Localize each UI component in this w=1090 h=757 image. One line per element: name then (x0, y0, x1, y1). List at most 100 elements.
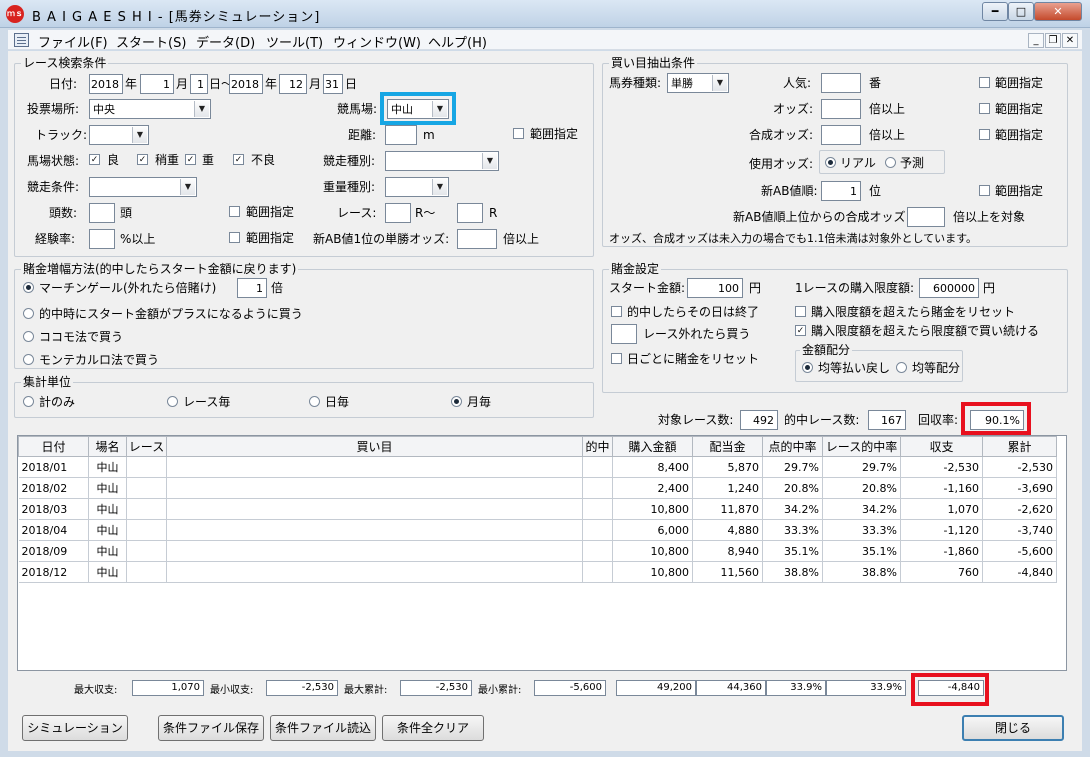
mdi-close-icon[interactable]: ✕ (1062, 33, 1078, 48)
weight-type-select[interactable]: ▼ (385, 177, 449, 197)
ab-combined-input[interactable] (907, 207, 945, 227)
table-row[interactable]: 2018/01 中山 8,400 5,870 29.7% 29.7% -2,53… (18, 456, 1057, 478)
head-count-input[interactable] (89, 203, 115, 223)
race-cond-select[interactable]: ▼ (89, 177, 197, 197)
column-header[interactable]: 日付 (18, 436, 89, 457)
limit-input[interactable]: 600000 (919, 278, 979, 298)
alloc-equal-payout-radio[interactable] (802, 362, 813, 373)
results-table[interactable]: 日付 場名 レース 買い目 的中 購入金額 配当金 点的中率 レース的中率 収支… (17, 435, 1067, 671)
montecarlo-radio[interactable] (23, 354, 34, 365)
cell-race-hit-rate: 20.8% (822, 477, 901, 499)
alloc-equal-bet-radio[interactable] (896, 362, 907, 373)
cond-slightly-heavy-checkbox[interactable]: ✓ (137, 154, 148, 165)
group-title: レース検索条件 (21, 56, 109, 70)
martingale-radio[interactable] (23, 282, 34, 293)
cell-cumulative: -5,600 (982, 540, 1057, 562)
cond-good-checkbox[interactable]: ✓ (89, 154, 100, 165)
ab-rank-input[interactable]: 1 (821, 181, 861, 201)
cell-venue: 中山 (88, 477, 127, 499)
race-type-select[interactable]: ▼ (385, 151, 499, 171)
cell-point-hit-rate: 38.8% (762, 561, 823, 583)
ab-win-odds-input[interactable] (457, 229, 497, 249)
menu-file[interactable]: ファイル(F) (38, 32, 108, 51)
from-year-input[interactable]: 2018 (89, 74, 123, 94)
cocomo-radio[interactable] (23, 331, 34, 342)
column-header[interactable]: レース (126, 436, 167, 457)
ab-rank-range-checkbox[interactable] (979, 185, 990, 196)
column-header[interactable]: 累計 (982, 436, 1057, 457)
column-header[interactable]: 買い目 (166, 436, 583, 457)
distance-range-checkbox[interactable] (513, 128, 524, 139)
column-header[interactable]: 配当金 (692, 436, 763, 457)
combined-odds-range-checkbox[interactable] (979, 129, 990, 140)
table-row[interactable]: 2018/03 中山 10,800 11,870 34.2% 34.2% 1,0… (18, 498, 1057, 520)
cond-bad-checkbox[interactable]: ✓ (233, 154, 244, 165)
plus-when-hit-radio[interactable] (23, 308, 34, 319)
load-conditions-button[interactable]: 条件ファイル読込 (270, 715, 376, 741)
table-row[interactable]: 2018/09 中山 10,800 8,940 35.1% 35.1% -1,8… (18, 540, 1057, 562)
cond-heavy-checkbox[interactable]: ✓ (185, 154, 196, 165)
column-header[interactable]: 購入金額 (612, 436, 693, 457)
to-day-input[interactable]: 31 (323, 74, 343, 94)
close-button[interactable]: 閉じる (962, 715, 1064, 741)
cell-balance: -1,160 (900, 477, 983, 499)
table-row[interactable]: 2018/12 中山 10,800 11,560 38.8% 38.8% 760… (18, 561, 1057, 583)
from-month-input[interactable]: 1 (140, 74, 174, 94)
to-month-input[interactable]: 12 (279, 74, 307, 94)
menu-start[interactable]: スタート(S) (116, 32, 186, 51)
missed-count-input[interactable] (611, 324, 637, 344)
experience-input[interactable] (89, 229, 115, 249)
reset-over-limit-checkbox[interactable] (795, 306, 806, 317)
mdi-restore-icon[interactable]: ❐ (1045, 33, 1061, 48)
to-year-input[interactable]: 2018 (229, 74, 263, 94)
column-header[interactable]: レース的中率 (822, 436, 901, 457)
experience-range-checkbox[interactable] (229, 232, 240, 243)
mdi-minimize-icon[interactable]: _ (1028, 33, 1044, 48)
total-only-radio[interactable] (23, 396, 34, 407)
from-day-input[interactable]: 1 (190, 74, 208, 94)
column-header[interactable]: 場名 (88, 436, 127, 457)
start-amount-input[interactable]: 100 (687, 278, 743, 298)
ticket-type-select[interactable]: 単勝 ▼ (667, 73, 729, 93)
cell-purchase: 10,800 (612, 540, 693, 562)
use-odds-forecast-radio[interactable] (885, 157, 896, 168)
recovery-highlight (961, 402, 1031, 435)
use-odds-real-radio[interactable] (825, 157, 836, 168)
race-from-input[interactable] (385, 203, 411, 223)
continue-at-limit-checkbox[interactable]: ✓ (795, 325, 806, 336)
head-count-range-checkbox[interactable] (229, 206, 240, 217)
minimize-icon[interactable]: ━ (982, 2, 1008, 21)
column-header[interactable]: 点的中率 (762, 436, 823, 457)
menu-window[interactable]: ウィンドウ(W) (333, 32, 421, 51)
reset-daily-checkbox[interactable] (611, 353, 622, 364)
menu-data[interactable]: データ(D) (196, 32, 255, 51)
venue-select[interactable]: 中央 ▼ (89, 99, 211, 119)
maximize-icon[interactable]: □ (1008, 2, 1034, 21)
combined-odds-input[interactable] (821, 125, 861, 145)
clear-conditions-button[interactable]: 条件全クリア (382, 715, 484, 741)
popularity-input[interactable] (821, 73, 861, 93)
table-row[interactable]: 2018/04 中山 6,000 4,880 33.3% 33.3% -1,12… (18, 519, 1057, 541)
close-icon[interactable]: ✕ (1034, 2, 1082, 21)
per-month-radio[interactable] (451, 396, 462, 407)
popularity-range-checkbox[interactable] (979, 77, 990, 88)
table-row[interactable]: 2018/02 中山 2,400 1,240 20.8% 20.8% -1,16… (18, 477, 1057, 499)
distance-input[interactable] (385, 125, 417, 145)
simulate-button[interactable]: シミュレーション (22, 715, 128, 741)
column-header[interactable]: 収支 (900, 436, 983, 457)
combined-odds-unit: 倍以上 (869, 128, 906, 142)
save-conditions-button[interactable]: 条件ファイル保存 (158, 715, 264, 741)
end-day-checkbox[interactable] (611, 306, 622, 317)
odds-input[interactable] (821, 99, 861, 119)
race-to-input[interactable] (457, 203, 483, 223)
column-header[interactable]: 的中 (582, 436, 613, 457)
menu-help[interactable]: ヘルプ(H) (428, 32, 487, 51)
menu-tools[interactable]: ツール(T) (266, 32, 323, 51)
per-race-radio[interactable] (167, 396, 178, 407)
per-day-radio[interactable] (309, 396, 320, 407)
track-select[interactable]: ▼ (89, 125, 149, 145)
odds-range-checkbox[interactable] (979, 103, 990, 114)
cell-point-hit-rate: 33.3% (762, 519, 823, 541)
martingale-multiplier-input[interactable]: 1 (237, 278, 267, 298)
cell-date: 2018/09 (18, 540, 89, 562)
